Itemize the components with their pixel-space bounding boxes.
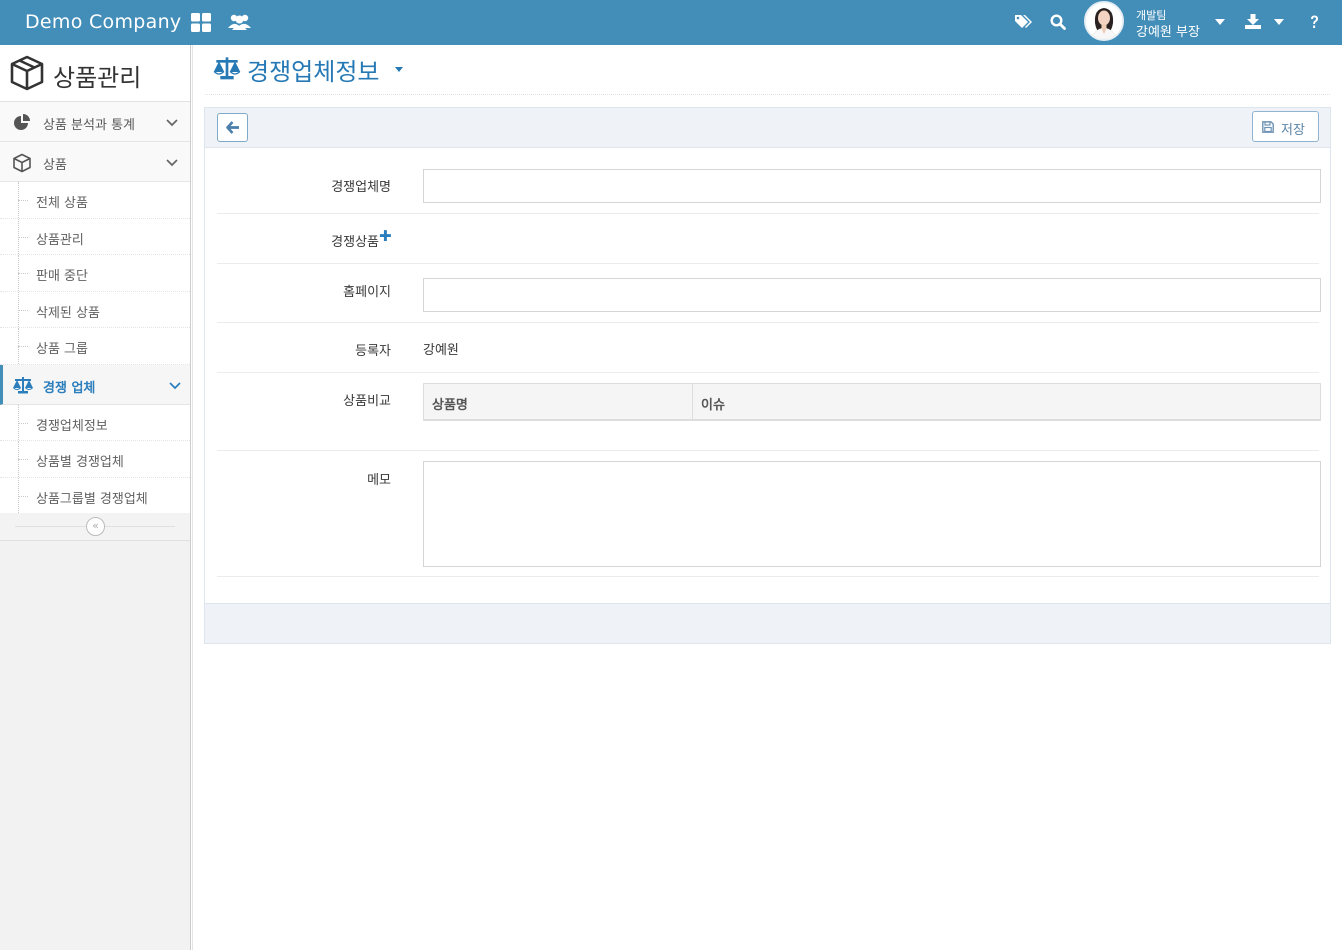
pie-chart-icon bbox=[12, 113, 32, 135]
chevron-down-icon bbox=[166, 156, 178, 171]
memo-textarea[interactable] bbox=[423, 461, 1321, 567]
sidebar-menu: 상품 분석과 통계 상품 전체 상품 상품관리 판매 중단 삭제된 상품 상품 … bbox=[0, 102, 190, 514]
sidebar-subitem-label: 상품그룹별 경쟁업체 bbox=[36, 491, 148, 507]
competitor-form: 경쟁업체명 경쟁상품 ✚ 홈페이지 등록자 강예원 상품비교 상품명 이슈 메모 bbox=[205, 148, 1330, 603]
sidebar-subitem-competitor-info[interactable]: 경쟁업체정보 bbox=[0, 404, 190, 441]
user-menu[interactable]: 개발팀 강예원 부장 bbox=[1084, 0, 1234, 45]
competitor-name-label: 경쟁업체명 bbox=[331, 180, 391, 195]
sidebar-subitem-discontinued[interactable]: 판매 중단 bbox=[0, 255, 190, 292]
sidebar-subitem-deleted-products[interactable]: 삭제된 상품 bbox=[0, 291, 190, 328]
sidebar-subitem-all-products[interactable]: 전체 상품 bbox=[0, 182, 190, 219]
balance-scale-icon bbox=[12, 376, 34, 398]
collapse-sidebar-button[interactable]: « bbox=[86, 517, 105, 536]
download-caret-icon[interactable] bbox=[1274, 19, 1284, 25]
back-button[interactable] bbox=[217, 113, 248, 142]
registrant-value: 강예원 bbox=[423, 343, 459, 358]
column-header-issue: 이슈 bbox=[701, 398, 725, 413]
sidebar-item-label: 경쟁 업체 bbox=[43, 380, 96, 396]
form-toolbar: 저장 bbox=[205, 108, 1330, 148]
chevron-down-icon bbox=[166, 116, 178, 131]
sidebar-subitem-label: 판매 중단 bbox=[36, 269, 88, 284]
sidebar-subitem-competitors-by-group[interactable]: 상품그룹별 경쟁업체 bbox=[0, 477, 190, 514]
users-icon[interactable] bbox=[227, 13, 252, 31]
sidebar-collapse-bar: « bbox=[0, 513, 190, 541]
arrow-left-icon bbox=[226, 121, 240, 138]
form-row-memo: 메모 bbox=[217, 451, 1321, 577]
sidebar-subitem-label: 상품별 경쟁업체 bbox=[36, 455, 124, 470]
page-header: 경쟁업체정보 bbox=[205, 45, 1330, 95]
user-avatar bbox=[1084, 1, 1124, 41]
comparison-label: 상품비교 bbox=[343, 394, 391, 409]
sidebar-subitem-label: 전체 상품 bbox=[36, 196, 88, 211]
dashboard-grid-icon[interactable] bbox=[191, 13, 211, 32]
sidebar-title: 상품관리 bbox=[53, 64, 142, 92]
form-row-registrant: 등록자 강예원 bbox=[217, 323, 1319, 373]
title-caret-icon[interactable] bbox=[395, 67, 403, 72]
form-row-competitor-products: 경쟁상품 ✚ bbox=[217, 214, 1319, 264]
sidebar-subitem-label: 삭제된 상품 bbox=[36, 305, 100, 321]
brand-logo[interactable]: Demo Company bbox=[25, 11, 181, 33]
competitor-products-label: 경쟁상품 bbox=[331, 235, 379, 250]
homepage-input[interactable] bbox=[423, 278, 1321, 312]
help-icon[interactable] bbox=[1310, 15, 1319, 29]
add-competitor-product-icon[interactable]: ✚ bbox=[379, 227, 392, 245]
comparison-table-header: 상품명 이슈 bbox=[423, 383, 1321, 421]
sidebar-item-products[interactable]: 상품 bbox=[0, 142, 190, 182]
form-row-competitor-name: 경쟁업체명 bbox=[217, 158, 1321, 214]
column-header-product-name: 상품명 bbox=[432, 398, 468, 413]
sidebar-item-product-analytics[interactable]: 상품 분석과 통계 bbox=[0, 102, 190, 142]
save-button[interactable]: 저장 bbox=[1252, 111, 1319, 142]
sidebar-subitem-label: 상품 그룹 bbox=[36, 342, 88, 357]
form-row-product-comparison: 상품비교 상품명 이슈 bbox=[217, 373, 1321, 451]
top-navbar: Demo Company 개발팀 강예원 부장 bbox=[0, 0, 1342, 45]
form-footer bbox=[205, 603, 1330, 643]
sidebar-subitem-product-groups[interactable]: 상품 그룹 bbox=[0, 328, 190, 365]
sidebar: 상품관리 상품 분석과 통계 상품 전체 상품 상품관리 판매 중단 삭제된 상… bbox=[0, 45, 191, 950]
cube-icon bbox=[12, 153, 32, 177]
chevron-down-icon bbox=[169, 379, 181, 394]
sidebar-subitem-competitors-by-product[interactable]: 상품별 경쟁업체 bbox=[0, 441, 190, 478]
form-widget: 저장 경쟁업체명 경쟁상품 ✚ 홈페이지 등록자 강예원 상품비교 상품명 이슈… bbox=[204, 107, 1331, 644]
registrant-label: 등록자 bbox=[355, 344, 391, 359]
search-icon[interactable] bbox=[1050, 14, 1066, 30]
download-icon[interactable] bbox=[1245, 14, 1261, 29]
cube-icon bbox=[9, 55, 45, 95]
page-title[interactable]: 경쟁업체정보 bbox=[247, 52, 379, 87]
save-button-label: 저장 bbox=[1281, 123, 1305, 138]
memo-label: 메모 bbox=[367, 473, 391, 488]
homepage-label: 홈페이지 bbox=[343, 285, 391, 300]
floppy-disk-icon bbox=[1262, 121, 1274, 137]
sidebar-item-competitors[interactable]: 경쟁 업체 bbox=[0, 364, 190, 405]
sidebar-item-label: 상품 분석과 통계 bbox=[43, 118, 135, 133]
sidebar-subitem-label: 상품관리 bbox=[36, 232, 84, 248]
sidebar-item-label: 상품 bbox=[43, 158, 67, 173]
form-row-homepage: 홈페이지 bbox=[217, 264, 1321, 323]
sidebar-header: 상품관리 bbox=[0, 45, 190, 102]
user-name: 강예원 부장 bbox=[1136, 25, 1200, 40]
sidebar-subitem-product-management[interactable]: 상품관리 bbox=[0, 218, 190, 255]
balance-scale-icon bbox=[212, 56, 242, 84]
tags-icon[interactable] bbox=[1014, 14, 1032, 30]
competitor-name-input[interactable] bbox=[423, 169, 1321, 203]
sidebar-subitem-label: 경쟁업체정보 bbox=[36, 418, 108, 434]
user-caret-icon bbox=[1215, 19, 1225, 25]
